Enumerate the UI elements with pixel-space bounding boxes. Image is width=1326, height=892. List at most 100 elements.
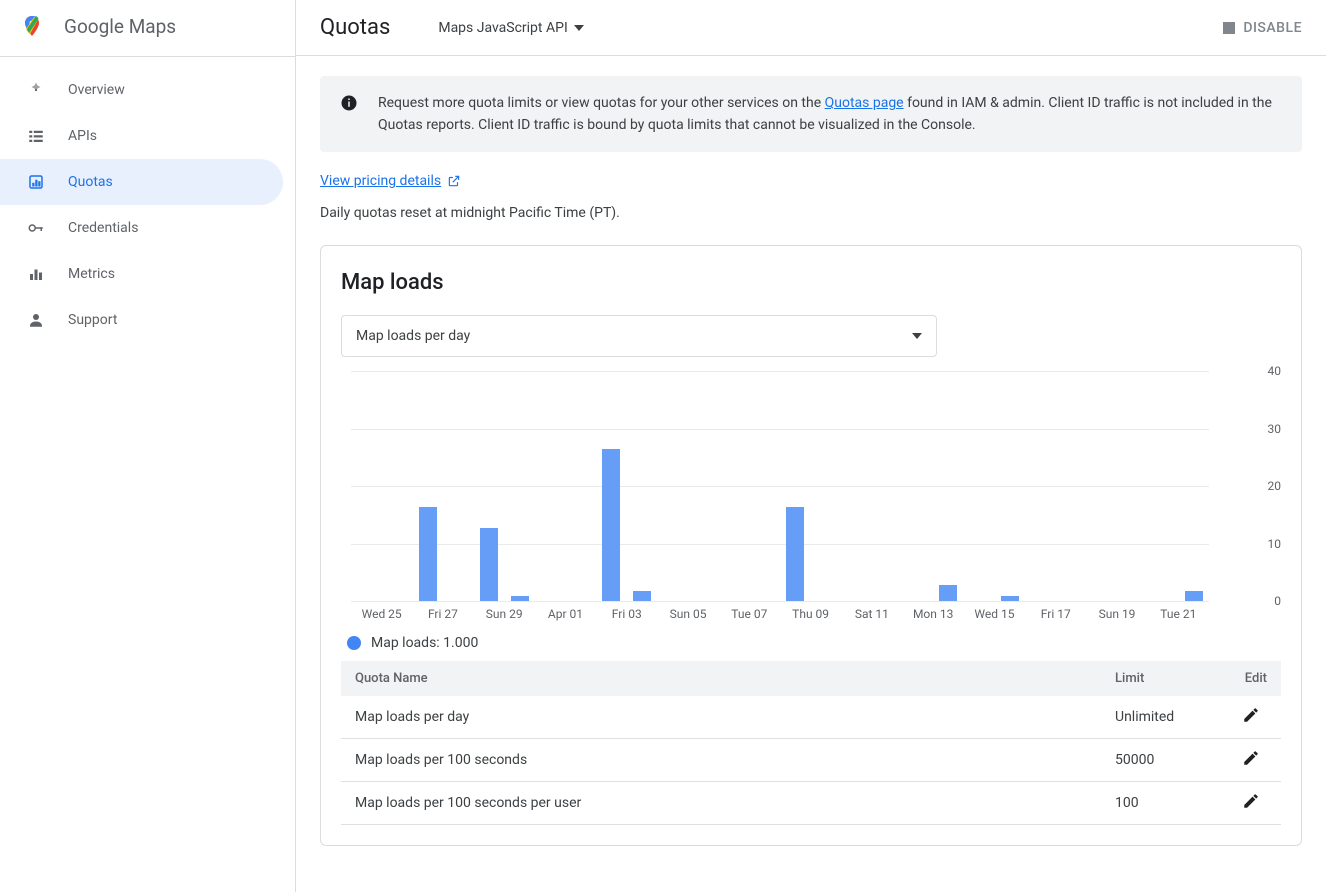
quota-table: Quota Name Limit Edit Map loads per dayU… bbox=[341, 661, 1281, 825]
sidebar-item-apis[interactable]: APIs bbox=[0, 113, 295, 159]
sidebar-item-overview[interactable]: Overview bbox=[0, 67, 295, 113]
key-icon bbox=[24, 219, 48, 237]
bar-slot bbox=[627, 591, 658, 602]
chart-bar[interactable] bbox=[1185, 591, 1203, 602]
caret-down-icon bbox=[574, 25, 584, 31]
product-name: Google Maps bbox=[64, 15, 176, 38]
edit-button[interactable] bbox=[1242, 749, 1260, 767]
col-quota-name: Quota Name bbox=[341, 661, 1101, 696]
chart-bar[interactable] bbox=[633, 591, 651, 602]
bar-slot bbox=[994, 596, 1025, 601]
x-tick-label: Sun 19 bbox=[1086, 607, 1147, 621]
external-link-icon bbox=[447, 174, 461, 188]
sidebar-item-label: Metrics bbox=[68, 266, 115, 282]
edit-cell bbox=[1221, 739, 1281, 782]
legend-dot-icon bbox=[347, 636, 361, 650]
chart-bar[interactable] bbox=[511, 596, 529, 601]
chart-bar[interactable] bbox=[480, 528, 498, 602]
chart-bar[interactable] bbox=[1001, 596, 1019, 601]
chart-bar[interactable] bbox=[786, 507, 804, 602]
quota-name-cell: Map loads per 100 seconds bbox=[341, 739, 1101, 782]
pencil-icon bbox=[1242, 792, 1260, 810]
page-title: Quotas bbox=[320, 15, 390, 40]
api-selector-label: Maps JavaScript API bbox=[438, 20, 567, 36]
overview-icon bbox=[24, 81, 48, 99]
x-tick-label: Fri 27 bbox=[412, 607, 473, 621]
info-banner: Request more quota limits or view quotas… bbox=[320, 76, 1302, 152]
x-tick-label: Mon 13 bbox=[903, 607, 964, 621]
chart-bars bbox=[351, 391, 1209, 601]
sidebar-item-label: Credentials bbox=[68, 220, 138, 236]
chart-y-axis: 403020100 bbox=[1209, 371, 1281, 601]
x-tick-label: Apr 01 bbox=[535, 607, 596, 621]
quota-name-cell: Map loads per 100 seconds per user bbox=[341, 782, 1101, 825]
google-maps-logo-icon bbox=[20, 14, 44, 38]
table-row: Map loads per 100 seconds50000 bbox=[341, 739, 1281, 782]
x-tick-label: Sun 29 bbox=[474, 607, 535, 621]
main: Quotas Maps JavaScript API DISABLE Reque… bbox=[296, 0, 1326, 892]
sidebar-item-label: Overview bbox=[68, 82, 125, 98]
pencil-icon bbox=[1242, 706, 1260, 724]
sidebar-item-label: APIs bbox=[68, 128, 97, 144]
chart-bar[interactable] bbox=[939, 585, 957, 601]
caret-down-icon bbox=[912, 333, 922, 339]
table-row: Map loads per 100 seconds per user100 bbox=[341, 782, 1281, 825]
sidebar-item-support[interactable]: Support bbox=[0, 297, 295, 343]
edit-cell bbox=[1221, 782, 1281, 825]
edit-cell bbox=[1221, 696, 1281, 739]
toolbar: Quotas Maps JavaScript API DISABLE bbox=[296, 0, 1326, 56]
sidebar-item-metrics[interactable]: Metrics bbox=[0, 251, 295, 297]
x-tick-label: Wed 15 bbox=[964, 607, 1025, 621]
bar-slot bbox=[412, 507, 443, 602]
disable-button[interactable]: DISABLE bbox=[1223, 20, 1302, 36]
edit-button[interactable] bbox=[1242, 706, 1260, 724]
disable-label: DISABLE bbox=[1243, 20, 1302, 36]
sidebar: Google Maps Overview APIs Quotas Credent… bbox=[0, 0, 296, 892]
chart-x-axis: Wed 25Fri 27Sun 29Apr 01Fri 03Sun 05Tue … bbox=[351, 607, 1209, 621]
bar-slot bbox=[596, 449, 627, 601]
table-row: Map loads per dayUnlimited bbox=[341, 696, 1281, 739]
edit-button[interactable] bbox=[1242, 792, 1260, 810]
reset-note: Daily quotas reset at midnight Pacific T… bbox=[320, 205, 1302, 221]
x-tick-label: Sat 11 bbox=[841, 607, 902, 621]
card-title: Map loads bbox=[341, 270, 1281, 295]
sidebar-item-quotas[interactable]: Quotas bbox=[0, 159, 283, 205]
api-selector[interactable]: Maps JavaScript API bbox=[438, 20, 583, 36]
banner-text: Request more quota limits or view quotas… bbox=[378, 92, 1282, 136]
col-limit: Limit bbox=[1101, 661, 1221, 696]
pricing-details-link[interactable]: View pricing details bbox=[320, 173, 461, 189]
x-tick-label: Fri 17 bbox=[1025, 607, 1086, 621]
list-icon bbox=[24, 127, 48, 145]
bar-slot bbox=[780, 507, 811, 602]
sidebar-item-label: Quotas bbox=[68, 174, 113, 190]
metrics-icon bbox=[24, 265, 48, 283]
pencil-icon bbox=[1242, 749, 1260, 767]
stop-icon bbox=[1223, 22, 1235, 34]
person-icon bbox=[24, 311, 48, 329]
metric-selector[interactable]: Map loads per day bbox=[341, 315, 937, 357]
bar-slot bbox=[474, 528, 505, 602]
chart-bar[interactable] bbox=[602, 449, 620, 601]
x-tick-label: Tue 07 bbox=[719, 607, 780, 621]
quota-limit-cell: Unlimited bbox=[1101, 696, 1221, 739]
quotas-page-link[interactable]: Quotas page bbox=[825, 95, 904, 111]
metric-selector-label: Map loads per day bbox=[356, 328, 470, 344]
x-tick-label: Wed 25 bbox=[351, 607, 412, 621]
col-edit: Edit bbox=[1221, 661, 1281, 696]
quota-limit-cell: 100 bbox=[1101, 782, 1221, 825]
x-tick-label: Sun 05 bbox=[657, 607, 718, 621]
chart-legend: Map loads: 1.000 bbox=[341, 635, 1281, 651]
bar-slot bbox=[504, 596, 535, 601]
quota-name-cell: Map loads per day bbox=[341, 696, 1101, 739]
sidebar-nav: Overview APIs Quotas Credentials Metrics… bbox=[0, 57, 295, 343]
quota-limit-cell: 50000 bbox=[1101, 739, 1221, 782]
info-icon bbox=[340, 94, 358, 112]
bar-slot bbox=[933, 585, 964, 601]
x-tick-label: Thu 09 bbox=[780, 607, 841, 621]
chart-bar[interactable] bbox=[419, 507, 437, 602]
sidebar-item-credentials[interactable]: Credentials bbox=[0, 205, 295, 251]
chart: 403020100 Wed 25Fri 27Sun 29Apr 01Fri 03… bbox=[341, 371, 1281, 621]
sidebar-header: Google Maps bbox=[0, 0, 295, 57]
sidebar-item-label: Support bbox=[68, 312, 117, 328]
bar-slot bbox=[1178, 591, 1209, 602]
